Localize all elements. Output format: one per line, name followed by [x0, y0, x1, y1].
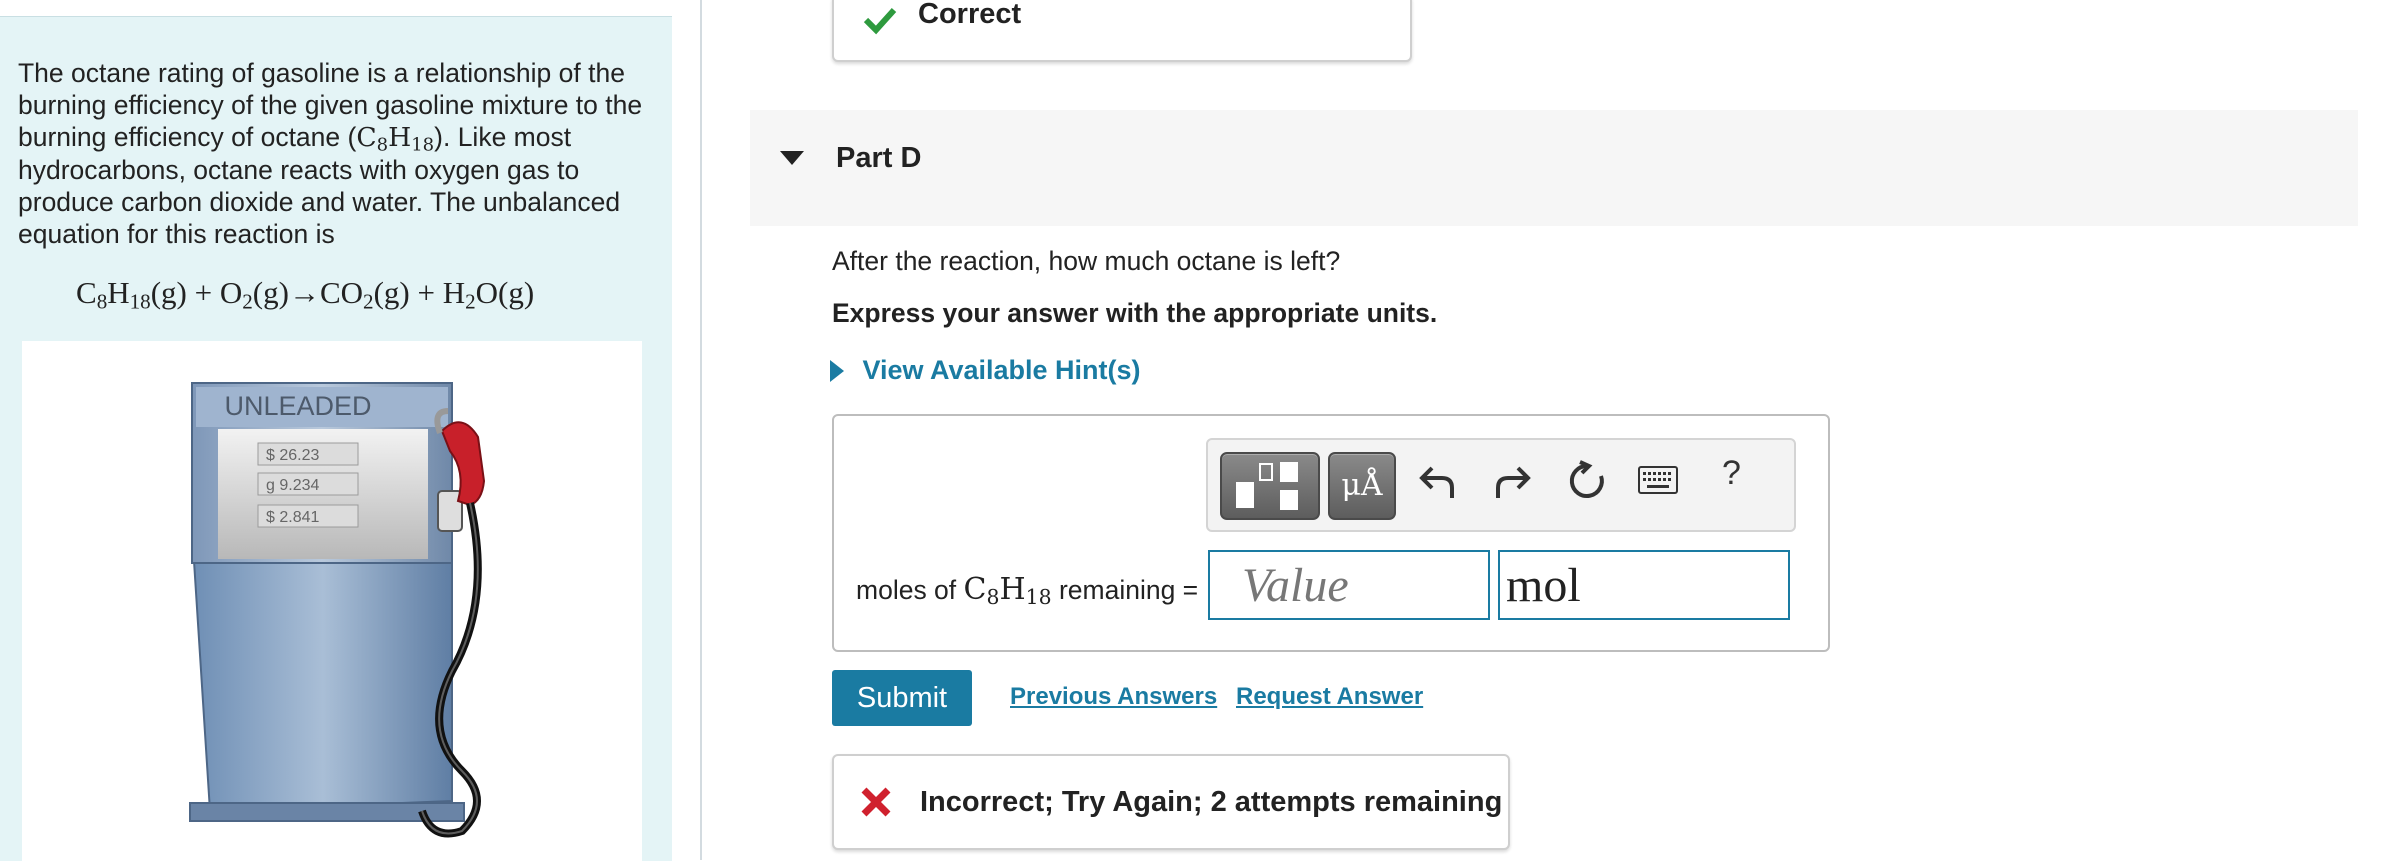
- undo-icon[interactable]: [1418, 462, 1458, 502]
- unit-input[interactable]: [1498, 550, 1790, 620]
- reaction-equation: C8H18(g) + O2(g)→CO2(g) + H2O(g): [76, 275, 535, 314]
- problem-panel: The octane rating of gasoline is a relat…: [0, 16, 672, 861]
- templates-icon: [1236, 462, 1298, 510]
- correct-feedback: Correct: [832, 0, 1412, 62]
- gas-pump-image: UNLEADED $ 26.23 g 9.234 $ 2.841: [22, 341, 642, 861]
- math-toolbar: μÅ ?: [1206, 438, 1796, 532]
- question-text: After the reaction, how much octane is l…: [832, 246, 1341, 276]
- answer-label: moles of C8H18 remaining =: [856, 572, 1199, 610]
- caret-down-icon[interactable]: [780, 151, 804, 167]
- templates-button[interactable]: [1220, 452, 1320, 520]
- units-button[interactable]: μÅ: [1328, 452, 1396, 520]
- part-header[interactable]: Part D: [750, 110, 2358, 226]
- help-button[interactable]: ?: [1722, 454, 1741, 493]
- view-hints-link[interactable]: View Available Hint(s): [862, 355, 1140, 385]
- incorrect-feedback: Incorrect; Try Again; 2 attempts remaini…: [832, 754, 1510, 850]
- pump-sign-text: UNLEADED: [224, 391, 371, 421]
- keyboard-icon[interactable]: [1638, 466, 1678, 494]
- pump-readout-unit-price: $ 2.841: [266, 509, 319, 526]
- correct-text: Correct: [918, 0, 1022, 30]
- value-input[interactable]: [1208, 550, 1490, 620]
- gas-pump-illustration: UNLEADED $ 26.23 g 9.234 $ 2.841: [189, 382, 486, 838]
- previous-answers-link[interactable]: Previous Answers: [1010, 683, 1217, 711]
- x-mark-icon: [861, 787, 891, 817]
- panel-divider: [700, 0, 702, 860]
- redo-icon[interactable]: [1492, 462, 1532, 502]
- octane-formula: C8H18: [356, 122, 435, 156]
- answer-octane-formula: C8H18: [963, 572, 1052, 610]
- checkmark-icon: [863, 7, 897, 35]
- answer-area: μÅ ? moles of C8H18 remaining =: [832, 414, 1830, 652]
- instruction-text: Express your answer with the appropriate…: [832, 298, 1438, 328]
- request-answer-link[interactable]: Request Answer: [1236, 683, 1423, 711]
- part-title: Part D: [836, 142, 922, 174]
- view-hints-toggle[interactable]: View Available Hint(s): [830, 355, 1141, 386]
- caret-right-icon[interactable]: [830, 359, 844, 382]
- incorrect-text: Incorrect; Try Again; 2 attempts remaini…: [920, 786, 1503, 818]
- reset-icon[interactable]: [1566, 460, 1608, 502]
- pump-readout-price: $ 26.23: [266, 447, 319, 464]
- pump-readout-gallons: g 9.234: [266, 477, 319, 494]
- problem-intro: The octane rating of gasoline is a relat…: [18, 57, 648, 250]
- submit-button[interactable]: Submit: [832, 670, 972, 726]
